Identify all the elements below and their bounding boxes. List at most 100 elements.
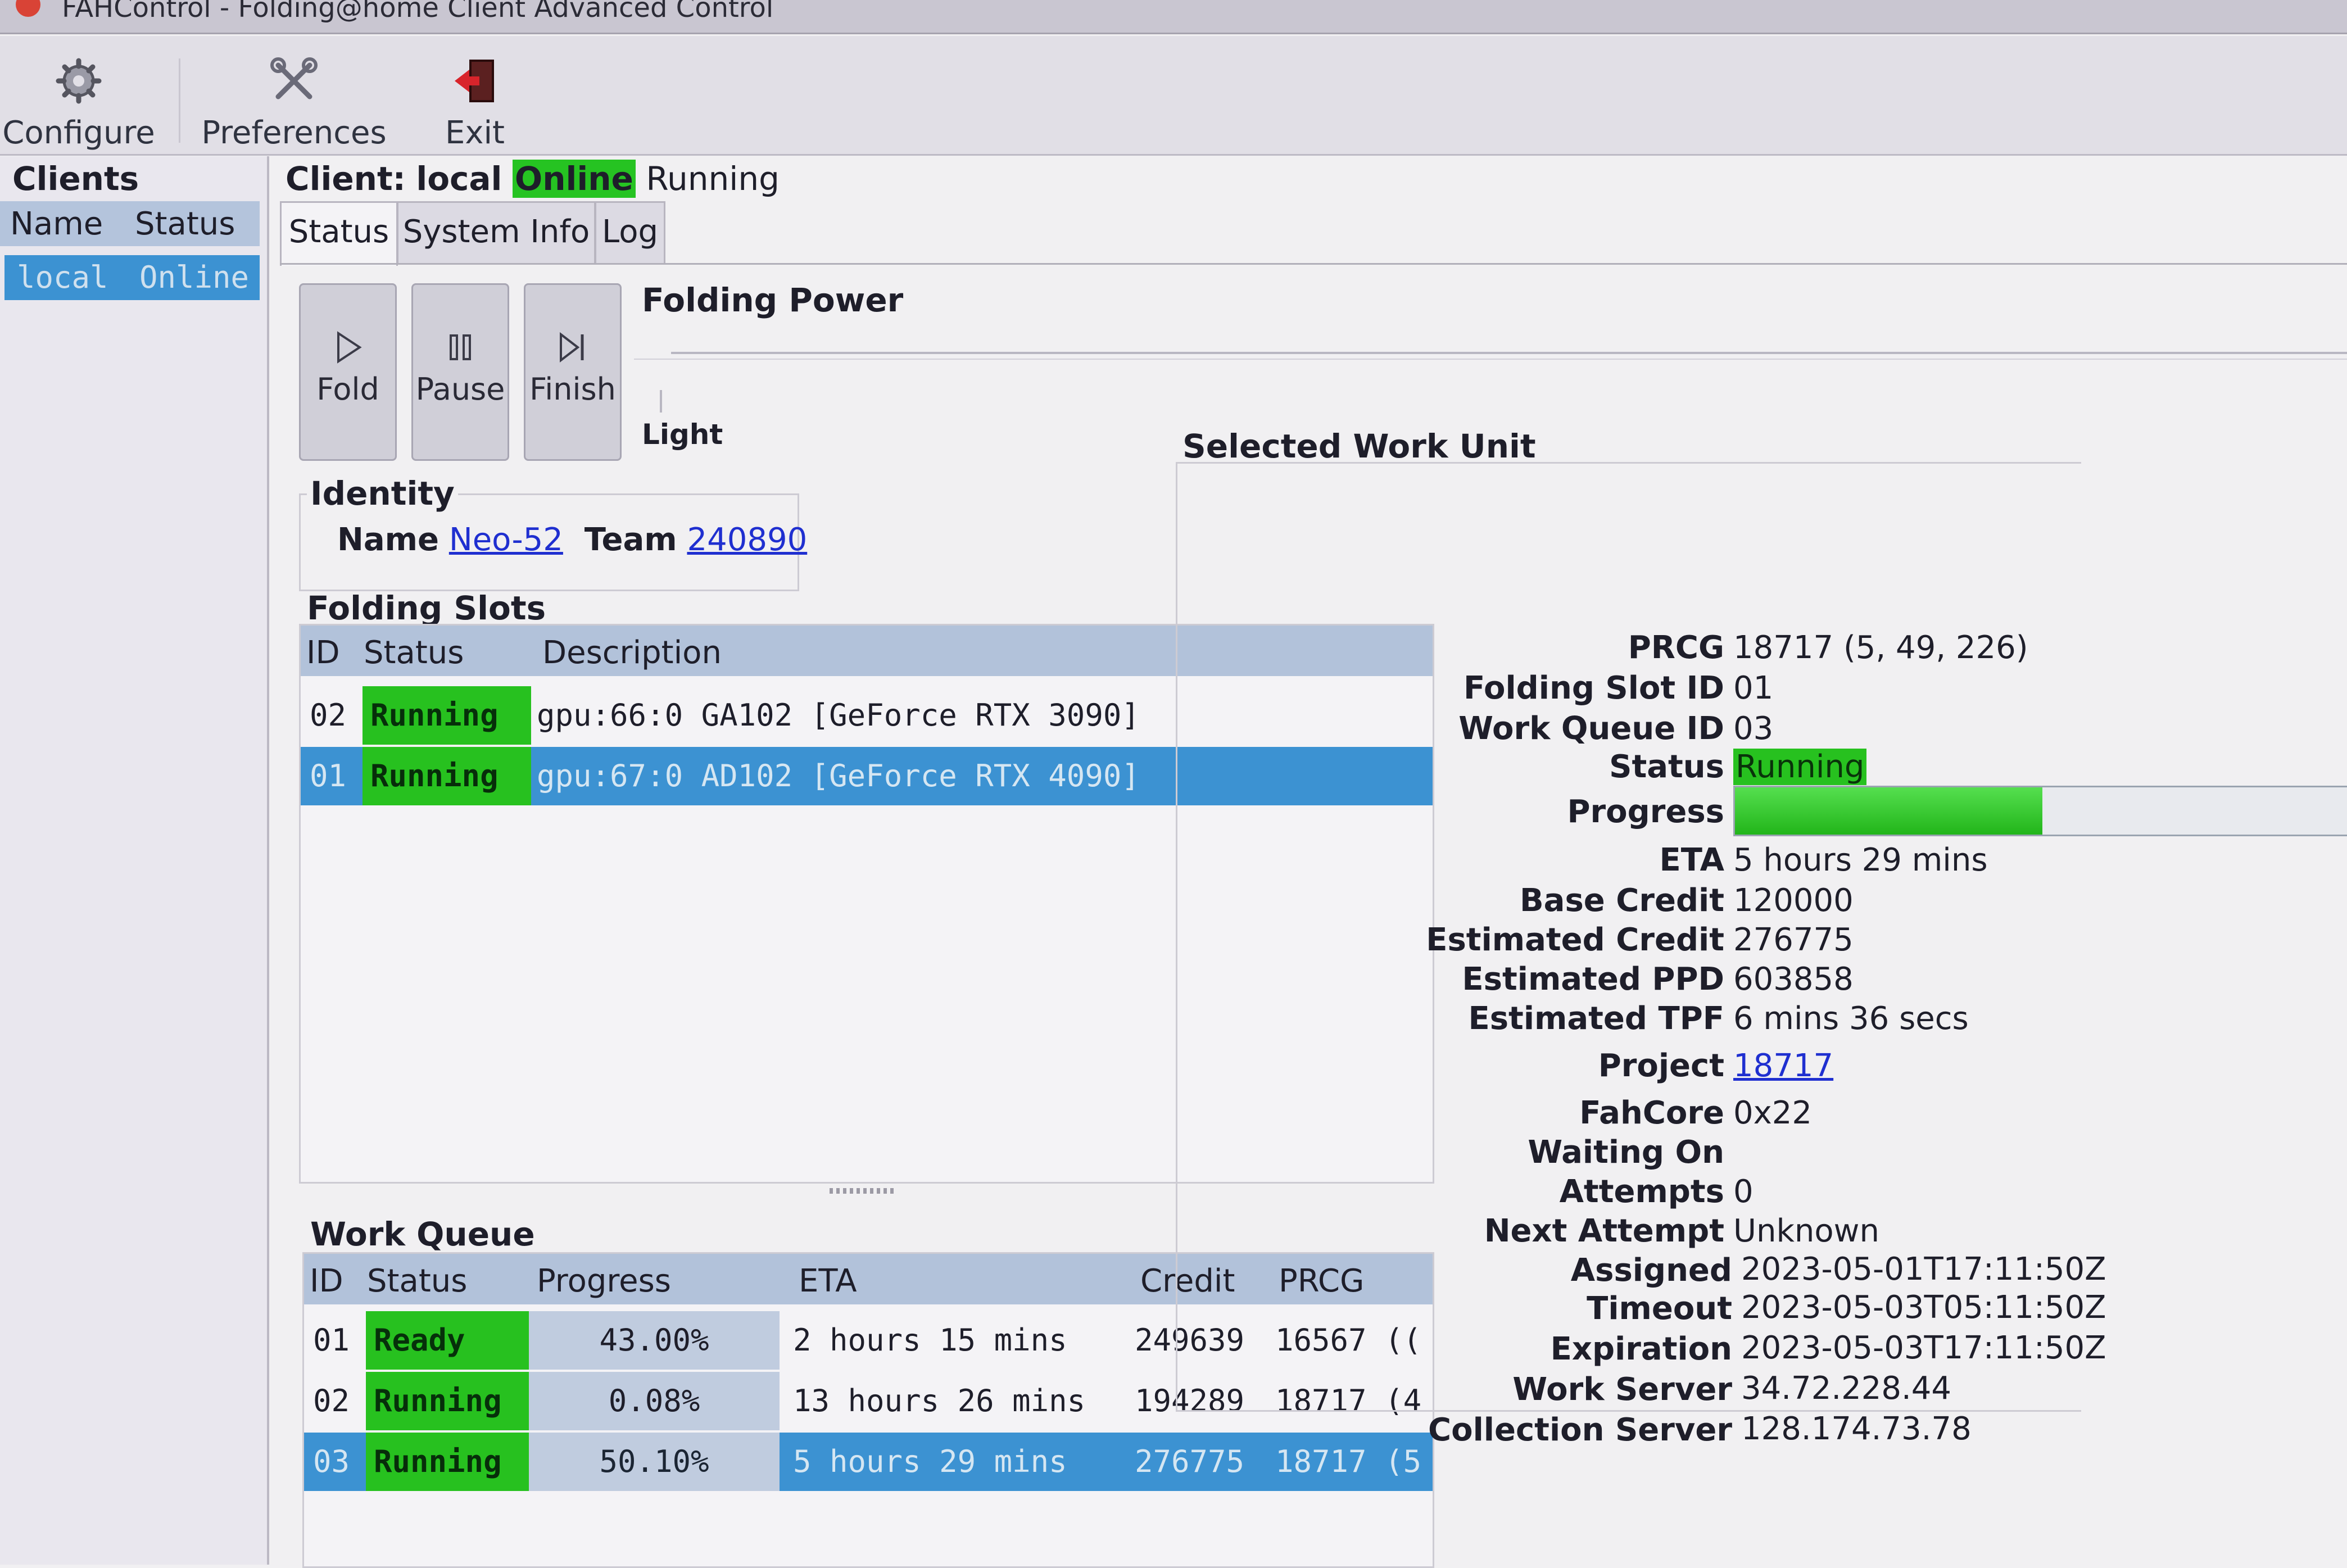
slot-id: 01 (310, 758, 347, 794)
wu-next-attempt-label: Next Attempt (1484, 1213, 1724, 1249)
client-label: Client: (286, 160, 406, 198)
wu-eta-value: 5 hours 29 mins (1733, 842, 1988, 878)
tab-log[interactable]: Log (595, 201, 665, 264)
fold-button[interactable]: Fold (299, 283, 397, 461)
queue-progress: 0.08% (529, 1372, 780, 1430)
client-row-local[interactable]: local Online (4, 255, 260, 300)
wu-queue-value: 03 (1733, 710, 1774, 747)
wu-collection-server-value: 128.174.73.78 (1741, 1411, 1972, 1447)
client-name-label: local (416, 160, 502, 198)
toolbar: Configure Preferences Exit (0, 36, 2347, 156)
identity-row: Name Neo-52 Team 240890 (337, 522, 807, 558)
wu-queue-label: Work Queue ID (1458, 710, 1724, 747)
window-title: FAHControl - Folding@home Client Advance… (62, 0, 774, 24)
tab-status[interactable]: Status (280, 201, 398, 266)
queue-progress: 43.00% (529, 1311, 780, 1370)
wu-work-server-value: 34.72.228.44 (1741, 1370, 1952, 1407)
tab-system-info[interactable]: System Info (397, 201, 596, 264)
wu-fahcore-label: FahCore (1579, 1095, 1724, 1131)
queue-status-header[interactable]: Status (367, 1263, 467, 1299)
folding-power-slider[interactable] (671, 352, 2347, 354)
wu-collection-server-label: Collection Server (1428, 1412, 1732, 1448)
work-queue-title: Work Queue (310, 1215, 535, 1253)
pane-splitter-handle[interactable] (830, 1188, 897, 1194)
client-header: Client: local Online Running (286, 160, 780, 198)
identity-team-link[interactable]: 240890 (687, 522, 807, 558)
client-online-badge: Online (512, 160, 636, 198)
gear-icon (56, 58, 102, 104)
wu-assigned-label: Assigned (1570, 1252, 1732, 1289)
queue-status: Running (366, 1372, 531, 1430)
queue-progress-header[interactable]: Progress (537, 1263, 671, 1299)
wu-waiting-label: Waiting On (1528, 1134, 1724, 1171)
queue-id: 02 (313, 1383, 350, 1419)
wu-est-credit-value: 276775 (1733, 922, 1854, 958)
finish-button[interactable]: Finish (524, 283, 622, 461)
slot-id: 02 (310, 697, 347, 733)
clients-table-header: Name Status (0, 201, 260, 246)
exit-door-icon (455, 60, 494, 102)
identity-title: Identity (307, 474, 458, 513)
slots-id-header[interactable]: ID (306, 635, 340, 671)
clients-title: Clients (12, 160, 139, 198)
title-bar: FAHControl - Folding@home Client Advance… (0, 0, 2347, 34)
wu-attempts-value: 0 (1733, 1173, 1754, 1210)
wu-est-credit-label: Estimated Credit (1426, 922, 1724, 958)
wu-est-tpf-value: 6 mins 36 secs (1733, 1000, 1969, 1037)
selected-work-unit-title: Selected Work Unit (1182, 427, 1536, 465)
folding-power-slider-handle[interactable] (660, 390, 662, 413)
folding-power-frame (634, 359, 2347, 360)
slot-status: Running (363, 686, 531, 745)
fold-label: Fold (316, 371, 379, 407)
wu-status-value: Running (1733, 749, 1867, 785)
slots-description-header[interactable]: Description (542, 635, 722, 671)
wu-progress-label: Progress (1567, 794, 1724, 830)
slot-status: Running (363, 747, 531, 805)
clients-name-header[interactable]: Name (10, 206, 103, 242)
wu-est-tpf-label: Estimated TPF (1468, 1000, 1724, 1037)
pause-button[interactable]: Pause (411, 283, 509, 461)
toolbar-separator (179, 58, 180, 143)
wu-progress-bar (1733, 786, 2347, 836)
exit-label: Exit (445, 115, 505, 151)
tab-divider (280, 263, 2347, 265)
wu-attempts-label: Attempts (1559, 1173, 1724, 1210)
queue-eta: 13 hours 26 mins (793, 1383, 1086, 1419)
clients-status-header[interactable]: Status (135, 206, 235, 242)
wu-status-label: Status (1609, 749, 1724, 785)
fahcontrol-app-icon (16, 0, 40, 17)
exit-button[interactable]: Exit (427, 47, 523, 151)
wu-prcg-label: PRCG (1628, 629, 1724, 666)
preferences-button[interactable]: Preferences (197, 47, 391, 151)
play-icon (337, 331, 362, 364)
identity-team-label: Team (584, 522, 677, 558)
folding-power-light-label: Light (642, 418, 723, 451)
queue-eta-header[interactable]: ETA (799, 1263, 857, 1299)
configure-button[interactable]: Configure (0, 47, 157, 151)
wu-base-credit-label: Base Credit (1519, 882, 1724, 919)
wu-project-link[interactable]: 18717 (1733, 1048, 1833, 1084)
wu-est-ppd-value: 603858 (1733, 961, 1854, 998)
identity-name-link[interactable]: Neo-52 (449, 522, 563, 558)
queue-id-header[interactable]: ID (310, 1263, 343, 1299)
wu-expiration-value: 2023-05-03T17:11:50Z (1741, 1330, 2106, 1366)
client-state: Running (646, 160, 780, 198)
configure-label: Configure (2, 115, 155, 151)
wu-next-attempt-value: Unknown (1733, 1213, 1879, 1249)
wu-timeout-value: 2023-05-03T05:11:50Z (1741, 1289, 2106, 1326)
wu-fahcore-value: 0x22 (1733, 1095, 1813, 1131)
slots-status-header[interactable]: Status (364, 635, 464, 671)
queue-status: Ready (366, 1311, 531, 1370)
wu-assigned-value: 2023-05-01T17:11:50Z (1741, 1251, 2106, 1288)
wu-expiration-label: Expiration (1550, 1331, 1732, 1367)
wu-progress-fill (1735, 787, 2043, 835)
clients-panel: Clients Name Status local Online (0, 156, 269, 1565)
queue-id: 01 (313, 1322, 350, 1358)
queue-id: 03 (313, 1444, 350, 1479)
folding-slots-title: Folding Slots (307, 589, 546, 627)
queue-status: Running (366, 1433, 531, 1491)
queue-eta: 5 hours 29 mins (793, 1444, 1067, 1479)
wu-prcg-value: 18717 (5, 49, 226) (1733, 629, 2028, 666)
wu-project-label: Project (1598, 1048, 1724, 1084)
wu-slot-label: Folding Slot ID (1464, 670, 1724, 706)
